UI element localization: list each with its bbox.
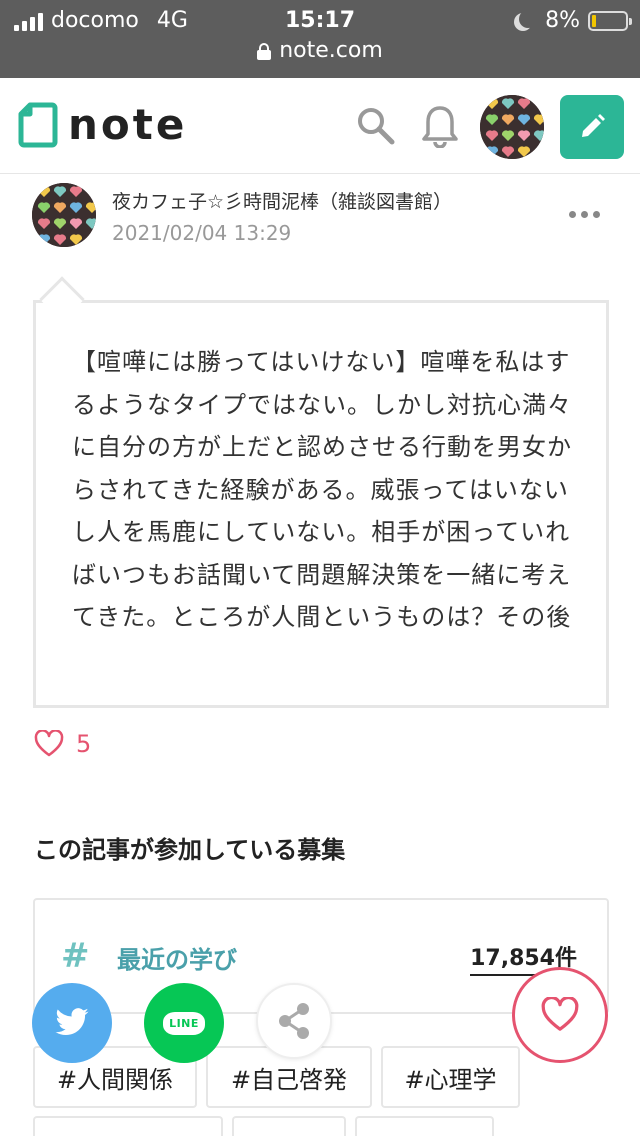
- tag-item[interactable]: [355, 1116, 494, 1136]
- bell-icon: [422, 106, 458, 149]
- heart-pattern-avatar-image: [480, 95, 544, 159]
- site-header: note: [0, 78, 640, 174]
- share-icon: [279, 1003, 309, 1039]
- twitter-bird-icon: [55, 1008, 89, 1035]
- lock-icon: [257, 42, 272, 60]
- line-share-button[interactable]: LINE: [144, 983, 224, 1063]
- author-name[interactable]: 夜カフェ子☆彡時間泥棒（雑談図書館）: [112, 187, 452, 214]
- address-bar[interactable]: note.com: [0, 38, 640, 63]
- url-text: note.com: [279, 38, 383, 63]
- post-body-bubble[interactable]: 【喧嘩には勝ってはいけない】喧嘩を私はするようなタイプではない。しかし対抗心満々…: [33, 300, 609, 708]
- post-date: 2021/02/04 13:29: [112, 221, 292, 245]
- heart-pattern-avatar-image: [32, 183, 96, 247]
- hashtag-icon: #: [61, 936, 90, 976]
- share-button[interactable]: [256, 983, 332, 1059]
- post-author: 夜カフェ子☆彡時間泥棒（雑談図書館） 2021/02/04 13:29: [32, 183, 608, 253]
- search-icon: [358, 108, 395, 145]
- line-icon: LINE: [163, 1011, 205, 1035]
- create-post-button[interactable]: [560, 95, 624, 159]
- twitter-share-button[interactable]: [32, 983, 112, 1063]
- tag-item[interactable]: #心理学: [381, 1046, 520, 1108]
- heart-outline-icon: [34, 730, 64, 757]
- contest-section-title: この記事が参加している募集: [34, 836, 346, 864]
- do-not-disturb-icon: [519, 10, 537, 28]
- note-logo[interactable]: note: [18, 102, 187, 148]
- tag-item[interactable]: [33, 1116, 223, 1136]
- more-options-icon[interactable]: [569, 211, 600, 218]
- contest-title[interactable]: 最近の学び: [117, 940, 237, 975]
- pencil-icon: [582, 114, 605, 137]
- tag-item[interactable]: [232, 1116, 346, 1136]
- user-avatar[interactable]: [480, 95, 544, 159]
- battery-icon: [588, 10, 632, 31]
- bubble-pointer-mask: [40, 303, 84, 313]
- battery-percent: 8%: [545, 8, 580, 33]
- like-button[interactable]: 5: [34, 730, 91, 758]
- battery-info: 8%: [513, 8, 632, 33]
- post-body-text: 【喧嘩には勝ってはいけない】喧嘩を私はするようなタイプではない。しかし対抗心満々…: [72, 348, 572, 631]
- floating-like-button[interactable]: [512, 967, 608, 1063]
- like-count: 5: [76, 730, 92, 758]
- notifications-button[interactable]: [420, 104, 460, 149]
- status-bar: docomo 4G 15:17 8% note.com: [0, 0, 640, 78]
- note-logo-icon: [18, 102, 58, 148]
- logo-wordmark: note: [68, 100, 188, 149]
- heart-outline-icon: [541, 997, 579, 1031]
- author-avatar[interactable]: [32, 183, 96, 247]
- search-button[interactable]: [356, 106, 396, 146]
